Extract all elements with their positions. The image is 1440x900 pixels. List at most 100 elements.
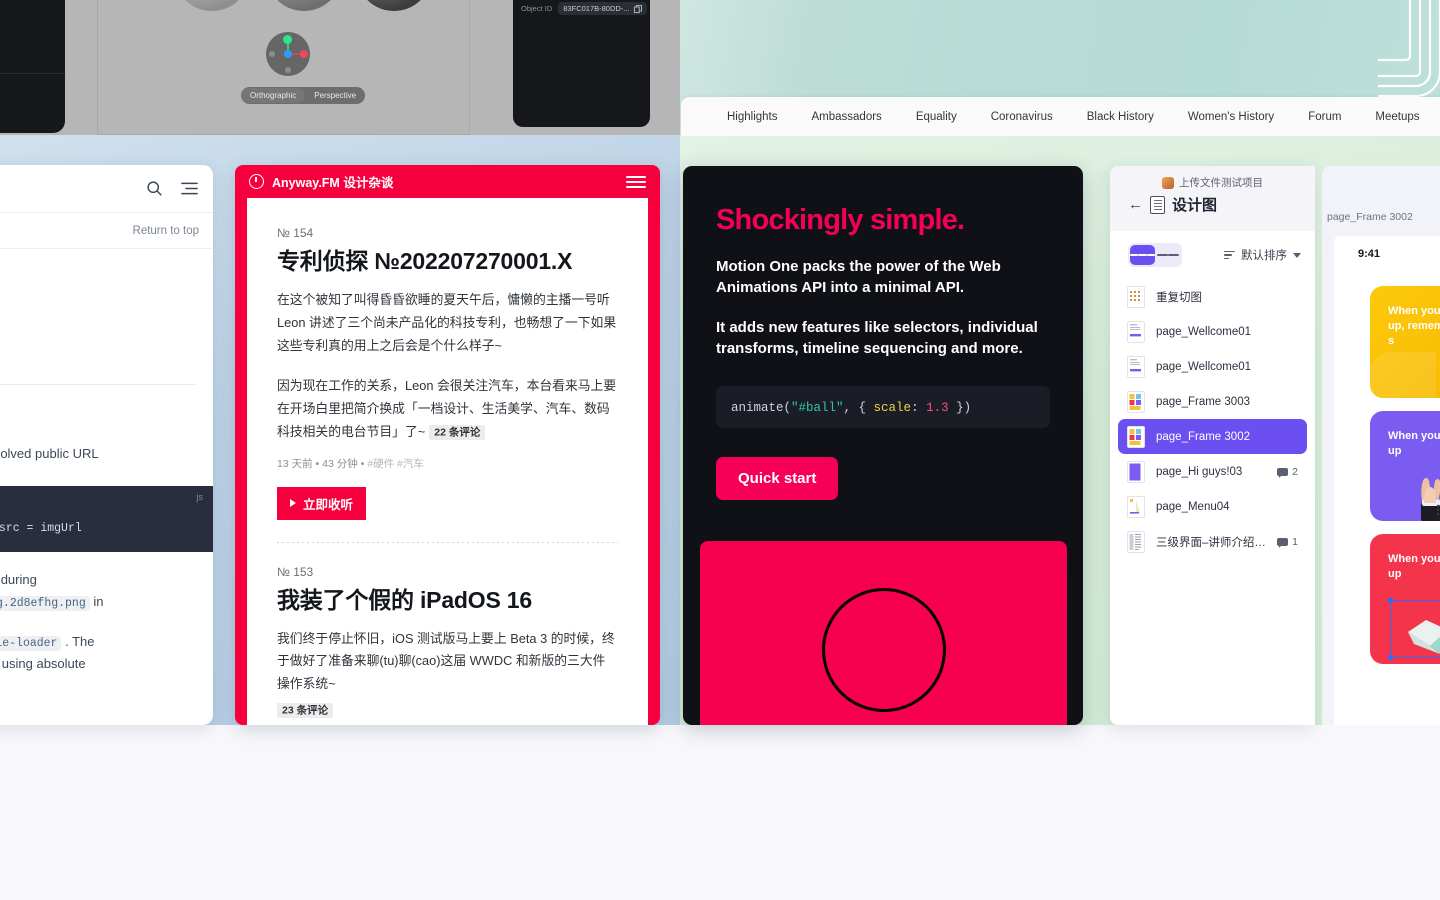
animated-ball-shape[interactable] [822, 588, 946, 712]
episode-divider [277, 541, 618, 543]
project-breadcrumb[interactable]: 上传文件测试项目 [1110, 175, 1315, 190]
object-id-row: Object ID 83FC017B-80DD-... [521, 2, 647, 15]
listen-now-button[interactable]: 立即收听 [277, 486, 367, 520]
comment-count[interactable]: 2 [1277, 466, 1298, 478]
sphere-object-1[interactable] [174, 0, 250, 11]
motion-paragraph-2: It adds new features like selectors, ind… [716, 319, 1038, 358]
phone-card-yellow[interactable]: When you wake up, remember to s [1370, 286, 1440, 398]
outline-menu-icon[interactable] [181, 181, 198, 196]
dense-text-thumb [1127, 530, 1145, 553]
grid-view-icon[interactable] [1155, 245, 1180, 265]
anywayfm-brand: Anyway.FM 设计杂谈 [272, 172, 393, 191]
tab-ambassadors[interactable]: Ambassadors [795, 111, 899, 123]
code-language-label: js [196, 491, 204, 502]
sphere-object-2[interactable] [266, 0, 342, 11]
gizmo-negy-handle[interactable] [285, 67, 291, 73]
selection-handle[interactable] [1388, 598, 1393, 603]
comment-count[interactable]: 1 [1277, 536, 1298, 548]
back-arrow-icon[interactable]: ← [1128, 196, 1143, 213]
tab-black-history[interactable]: Black History [1070, 111, 1171, 123]
projection-orthographic-option[interactable]: Orthographic [241, 88, 306, 103]
hamburger-icon[interactable] [626, 173, 646, 191]
return-to-top-link[interactable]: Return to top [0, 213, 213, 249]
gizmo-center-handle[interactable] [284, 50, 292, 58]
episode-title[interactable]: 我装了个假的 iPadOS 16 [277, 581, 618, 615]
file-name: page_Frame 3003 [1156, 395, 1250, 408]
code-number: 1.3 [926, 400, 949, 415]
viewport-3d-canvas[interactable]: Orthographic Perspective [97, 0, 470, 135]
file-name: 三级界面–讲师介绍… [1156, 536, 1266, 549]
tab-equality[interactable]: Equality [899, 111, 974, 123]
sphere-object-3[interactable] [356, 0, 432, 11]
gizmo-negx-handle[interactable] [269, 51, 275, 57]
breadcrumb: ← 设计图 [1110, 190, 1315, 215]
list-item[interactable]: page_Wellcome01 [1118, 314, 1307, 349]
phone-screen[interactable]: 9:41 When you wake up, remember to s Whe… [1334, 236, 1440, 725]
screen-root: upport Orthographic Perspective Object I… [0, 0, 1440, 900]
frame-label: page_Frame 3002 [1327, 211, 1413, 223]
docs-link-partial[interactable]: n [0, 319, 195, 334]
episode-tag[interactable]: #硬件 [367, 458, 394, 470]
episode-tag[interactable]: #汽车 [397, 458, 424, 470]
tab-meetups[interactable]: Meetups [1358, 111, 1436, 123]
avatar-icon [1162, 176, 1174, 189]
chevron-down-icon [1293, 252, 1301, 258]
tab-coronavirus[interactable]: Coronavirus [974, 111, 1070, 123]
listen-now-label: 立即收听 [303, 497, 354, 512]
list-item[interactable]: page_Frame 3002 [1118, 419, 1307, 454]
object-id-value: 83FC017B-80DD-... [563, 4, 630, 13]
episode-paragraph-1: 我们终于停止怀旧，iOS 测试版马上要上 Beta 3 的时候，终于做好了准备来… [277, 630, 615, 692]
list-item[interactable]: page_Wellcome01 [1118, 349, 1307, 384]
list-item[interactable]: 重复切图 [1118, 279, 1307, 314]
file-name: page_Wellcome01 [1156, 325, 1252, 338]
file-browser-header: 上传文件测试项目 ← 设计图 [1110, 166, 1315, 231]
phone-card-text: When you wake up [1388, 553, 1440, 580]
motion-paragraph-1: Motion One packs the power of the Web An… [716, 258, 1001, 296]
list-item[interactable]: 三级界面–讲师介绍… 1 [1118, 524, 1307, 559]
docs-heading: ndling [0, 277, 195, 306]
episode-comment-badge[interactable]: 23 条评论 [277, 703, 334, 719]
community-tabbar[interactable]: Highlights Ambassadors Equality Coronavi… [681, 97, 1440, 136]
docs-section-heading: URL [0, 407, 195, 430]
list-item[interactable]: page_Menu04 [1118, 489, 1307, 524]
episode-comment-badge[interactable]: 22 条评论 [429, 425, 486, 441]
tab-highlights[interactable]: Highlights [710, 111, 795, 123]
support-label-row[interactable]: upport [0, 73, 65, 133]
copy-icon[interactable] [633, 4, 642, 13]
selection-handle[interactable] [1388, 655, 1393, 660]
motion-demo-stage[interactable] [700, 541, 1067, 725]
episode-title[interactable]: 专利侦探 №202207270001.X [277, 242, 618, 276]
color-cards-thumb [1127, 425, 1145, 448]
projection-perspective-option[interactable]: Perspective [305, 88, 365, 103]
anywayfm-card: Anyway.FM 设计杂谈 № 154 专利侦探 №202207270001.… [235, 165, 660, 725]
episode-number: № 153 [277, 564, 314, 579]
view-mode-segmented-control[interactable] [1128, 243, 1182, 267]
tab-forum[interactable]: Forum [1291, 111, 1358, 123]
gizmo-x-handle[interactable] [300, 50, 308, 58]
tab-womens-history[interactable]: Women's History [1171, 111, 1291, 123]
object-id-value-pill[interactable]: 83FC017B-80DD-... [558, 2, 647, 15]
code-tail: }) [948, 400, 972, 415]
sort-label: 默认排序 [1241, 250, 1287, 262]
sort-dropdown[interactable]: 默认排序 [1224, 247, 1301, 263]
comment-count-value: 2 [1292, 465, 1298, 478]
quick-start-button[interactable]: Quick start [716, 456, 839, 500]
purple-screen-thumb [1127, 460, 1145, 483]
selection-box[interactable] [1388, 598, 1440, 660]
file-name: page_Menu04 [1156, 500, 1230, 513]
object-id-label: Object ID [521, 4, 553, 13]
rock-hand-icon [1421, 477, 1440, 521]
docs-text-absolute: can be either using absolute [0, 656, 86, 672]
search-icon[interactable] [146, 180, 163, 197]
phone-card-purple[interactable]: When you wake up [1370, 411, 1440, 521]
axis-gizmo-icon[interactable] [266, 32, 310, 76]
gizmo-y-handle[interactable] [283, 35, 292, 44]
docs-link-config-option[interactable]: config option [0, 347, 195, 362]
projection-toggle[interactable]: Orthographic Perspective [241, 87, 366, 104]
list-item[interactable]: page_Hi guys!03 2 [1118, 454, 1307, 489]
motion-code-snippet: animate("#ball", { scale: 1.3 }) [716, 385, 1050, 428]
list-view-icon[interactable] [1130, 245, 1155, 265]
list-item[interactable]: page_Frame 3003 [1118, 384, 1307, 419]
phone-card-red[interactable]: When you wake up 75 [1370, 534, 1440, 664]
motion-headline: Shockingly simple. [716, 204, 965, 236]
